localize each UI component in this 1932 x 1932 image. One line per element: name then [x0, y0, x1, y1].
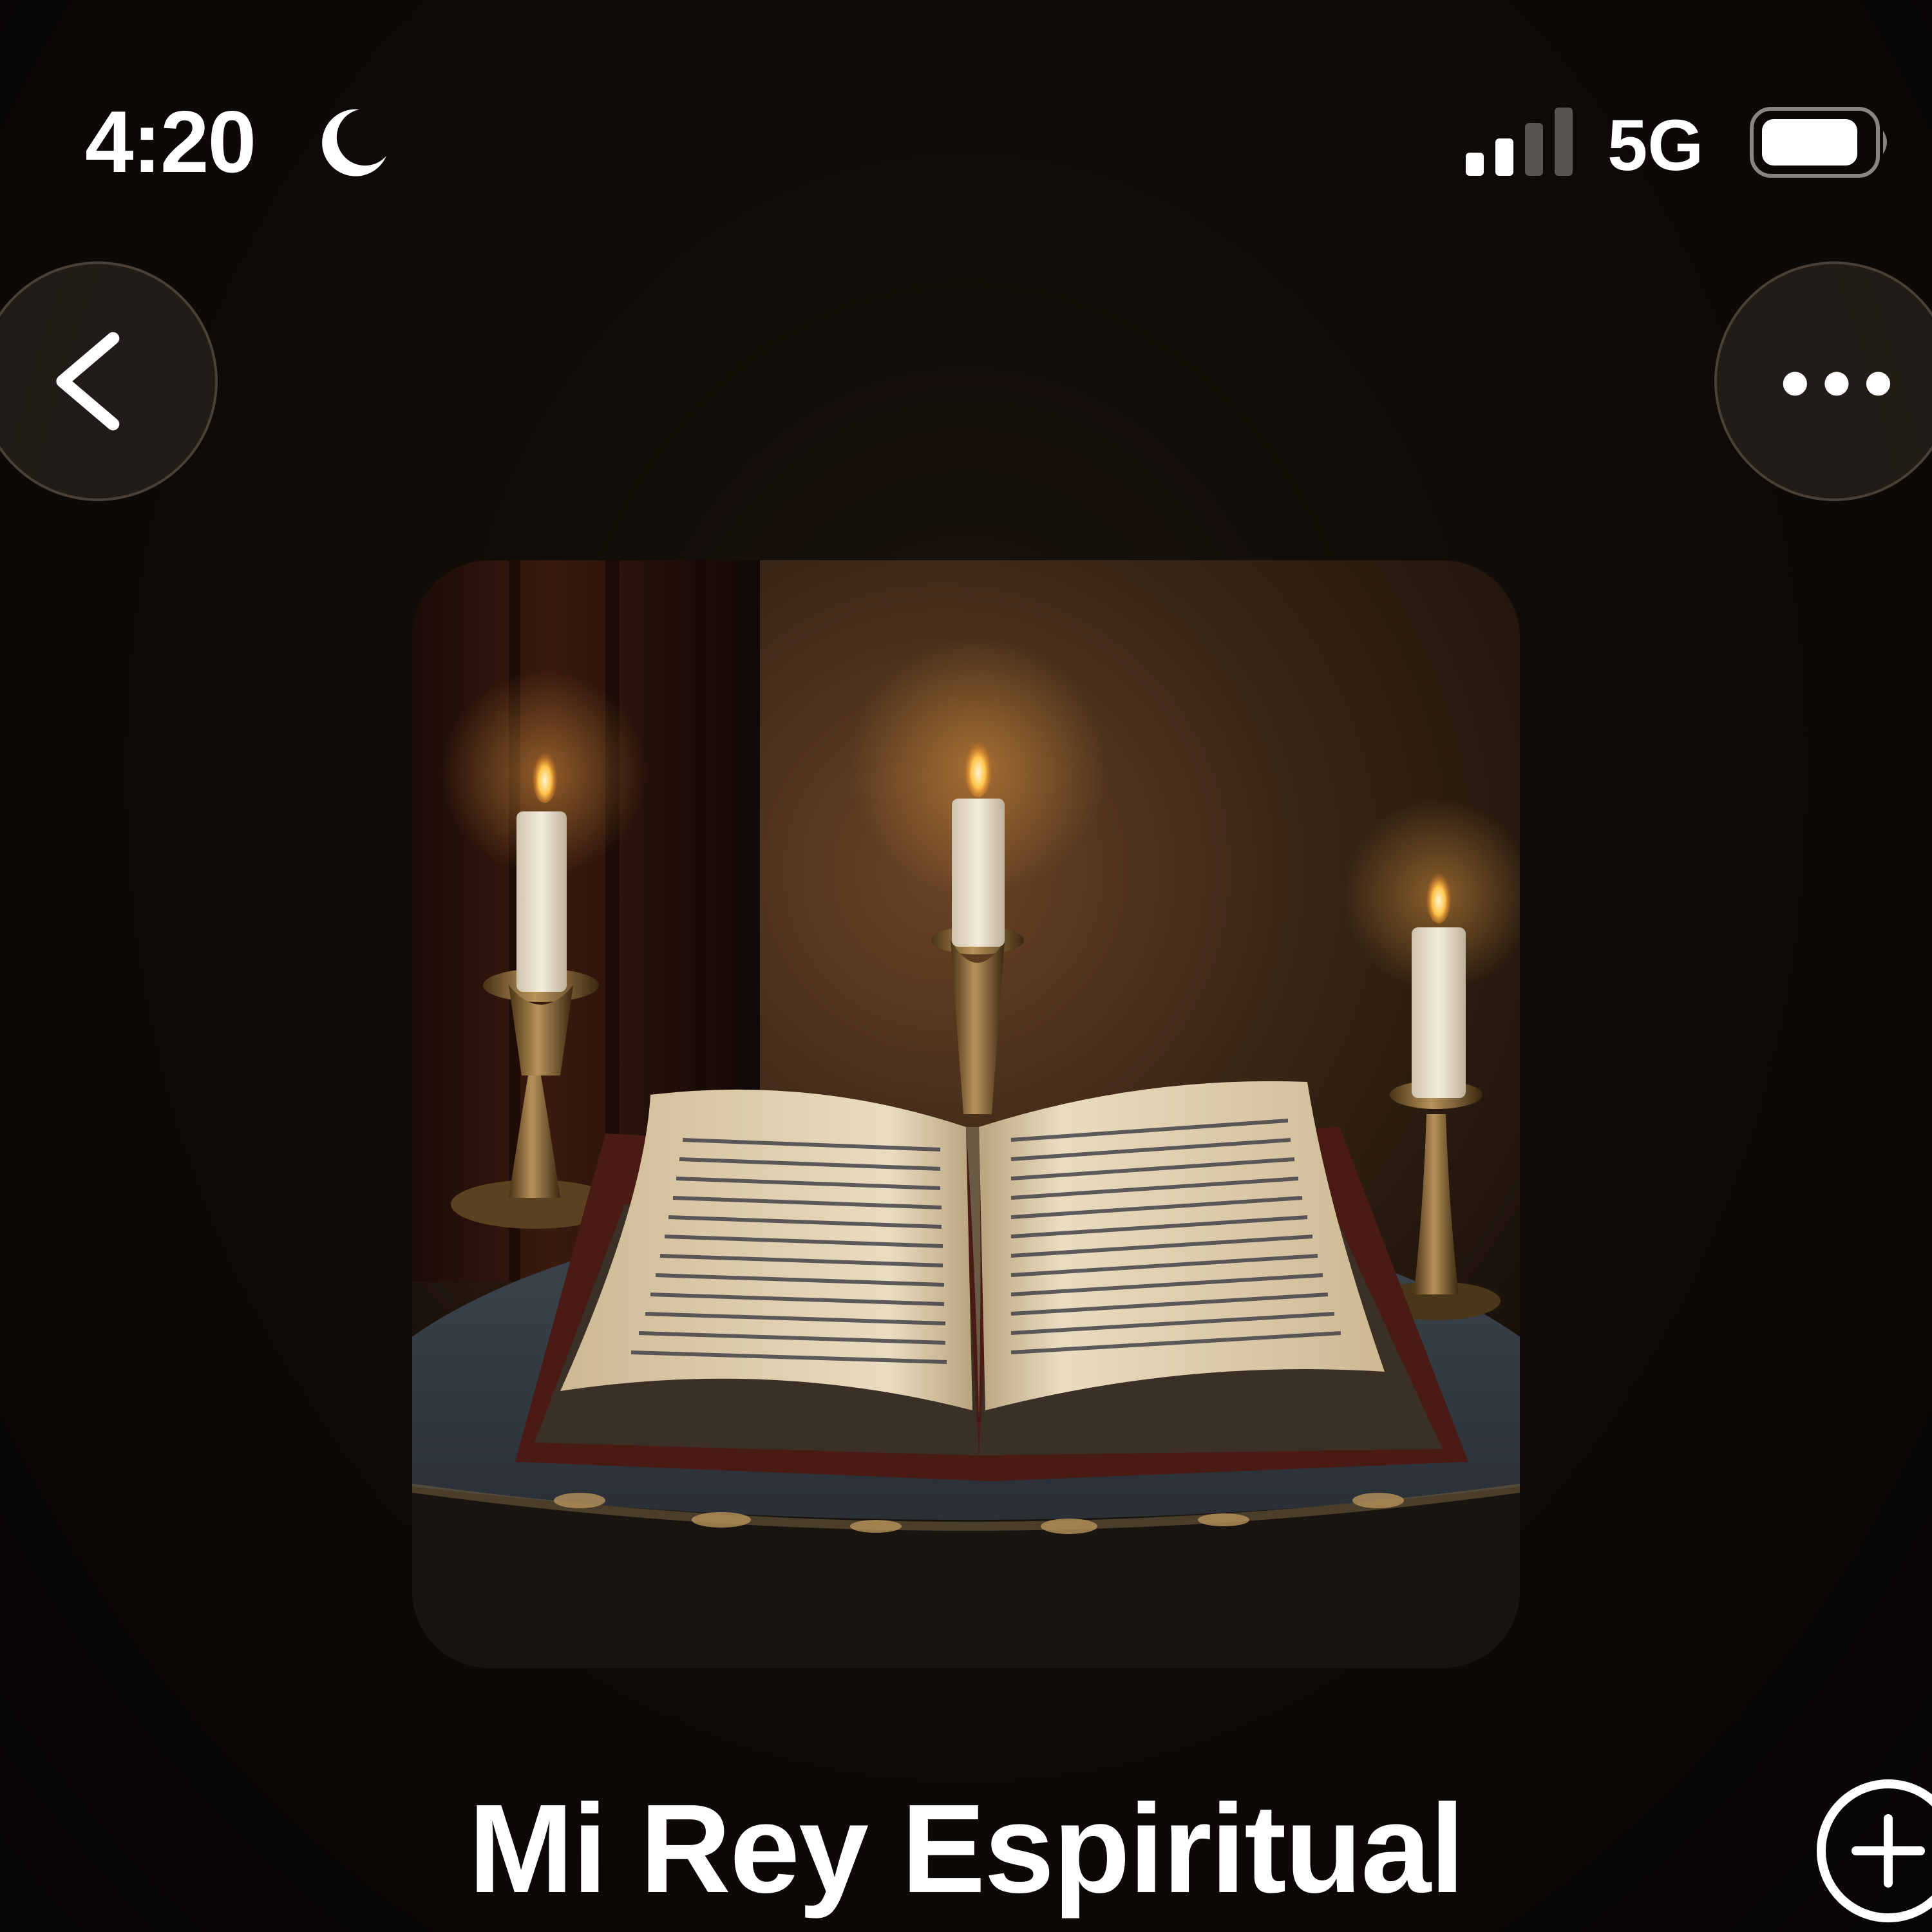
cellular-signal-icon — [1466, 108, 1573, 176]
ellipsis-icon — [1783, 372, 1891, 396]
screen: 4:20 5G Mi Rey Espiritual — [0, 0, 1932, 1932]
artwork-image — [412, 560, 1520, 1668]
back-button[interactable] — [0, 261, 218, 501]
moon-icon — [322, 109, 386, 176]
playlist-title: Mi Rey Espiritual — [468, 1777, 1464, 1919]
more-options-button[interactable] — [1714, 261, 1932, 501]
status-time: 4:20 — [85, 93, 256, 191]
add-button[interactable] — [1814, 1776, 1932, 1926]
album-artwork — [412, 560, 1520, 1668]
battery-icon — [1750, 107, 1887, 178]
network-type: 5G — [1607, 104, 1704, 185]
chevron-left-icon — [56, 332, 120, 431]
plus-circle-icon — [1817, 1779, 1932, 1922]
